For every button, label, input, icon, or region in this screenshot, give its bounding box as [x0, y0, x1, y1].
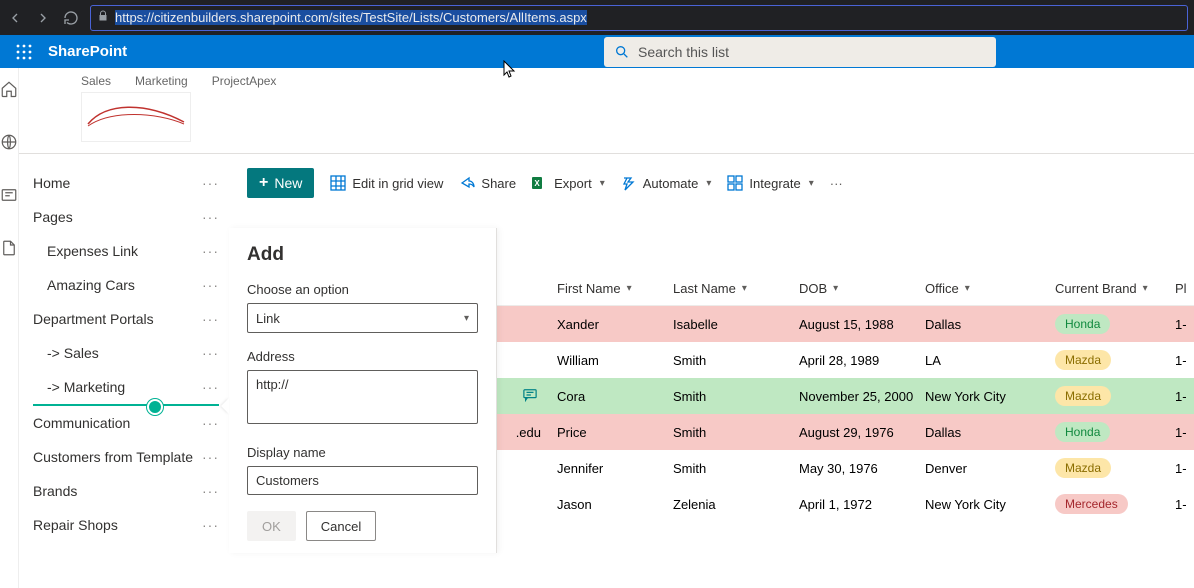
- sidebar-item[interactable]: Expenses Link ···: [19, 234, 229, 268]
- sidebar-item-label: Communication: [33, 415, 130, 431]
- sidebar-item[interactable]: Repair Shops ···: [19, 508, 229, 542]
- address-input[interactable]: [247, 370, 478, 424]
- share-button[interactable]: Share: [459, 175, 516, 191]
- sidebar-item-label: Brands: [33, 483, 77, 499]
- sidebar-item[interactable]: -> Marketing ···: [19, 370, 229, 404]
- reload-button[interactable]: [62, 9, 80, 27]
- address-bar[interactable]: https://citizenbuilders.sharepoint.com/s…: [90, 5, 1188, 31]
- more-icon[interactable]: ···: [202, 311, 219, 327]
- brand-pill: Mercedes: [1055, 494, 1128, 514]
- more-icon[interactable]: ···: [202, 449, 219, 465]
- sidebar-item-label: -> Marketing: [47, 379, 125, 395]
- sidebar-item-label: Amazing Cars: [47, 277, 135, 293]
- more-icon[interactable]: ···: [202, 209, 219, 225]
- brand-pill: Mazda: [1055, 386, 1111, 406]
- new-button[interactable]: +New: [247, 168, 314, 198]
- forward-button[interactable]: [34, 9, 52, 27]
- more-icon[interactable]: ···: [202, 517, 219, 533]
- chevron-down-icon: ▾: [706, 178, 711, 189]
- hub-link[interactable]: Marketing: [135, 74, 188, 88]
- more-icon[interactable]: ···: [202, 379, 219, 395]
- brand-pill: Mazda: [1055, 350, 1111, 370]
- globe-icon[interactable]: [0, 133, 18, 156]
- comment-icon[interactable]: [523, 388, 537, 405]
- app-launcher[interactable]: [0, 35, 48, 68]
- sidebar-item[interactable]: Amazing Cars ···: [19, 268, 229, 302]
- chevron-down-icon: ▾: [464, 313, 469, 324]
- chevron-down-icon: ▾: [809, 178, 814, 189]
- svg-text:X: X: [534, 179, 540, 188]
- more-icon[interactable]: ···: [202, 175, 219, 191]
- more-commands[interactable]: ···: [830, 176, 843, 191]
- sidebar-item[interactable]: Customers from Template ···: [19, 440, 229, 474]
- sidebar-item[interactable]: Pages ···: [19, 200, 229, 234]
- suite-brand[interactable]: SharePoint: [48, 43, 127, 60]
- col-dob[interactable]: DOB▾: [799, 281, 925, 296]
- sidebar-item-label: -> Sales: [47, 345, 99, 361]
- site-logo[interactable]: [81, 92, 191, 142]
- address-label: Address: [247, 349, 478, 364]
- option-select[interactable]: Link▾: [247, 303, 478, 333]
- url-text: https://citizenbuilders.sharepoint.com/s…: [115, 10, 587, 25]
- search-icon: [614, 44, 630, 60]
- sidebar-item-label: Repair Shops: [33, 517, 118, 533]
- display-name-input[interactable]: [247, 466, 478, 495]
- sidebar-item[interactable]: Department Portals ···: [19, 302, 229, 336]
- chevron-down-icon: ▾: [600, 178, 605, 189]
- col-first-name[interactable]: First Name▾: [547, 281, 673, 296]
- display-name-label: Display name: [247, 445, 478, 460]
- sidebar-item[interactable]: Home ···: [19, 166, 229, 200]
- sidebar-item-label: Department Portals: [33, 311, 154, 327]
- sidebar-item[interactable]: Communication ···: [19, 406, 229, 440]
- col-last-name[interactable]: Last Name▾: [673, 281, 799, 296]
- col-current-brand[interactable]: Current Brand▾: [1055, 281, 1175, 296]
- search-placeholder: Search this list: [638, 44, 729, 60]
- hub-link[interactable]: ProjectApex: [212, 74, 277, 88]
- sidebar-item-label: Pages: [33, 209, 73, 225]
- col-overflow[interactable]: Pl: [1175, 281, 1194, 296]
- panel-title: Add: [247, 244, 478, 266]
- more-icon[interactable]: ···: [202, 277, 219, 293]
- more-icon[interactable]: ···: [202, 243, 219, 259]
- lock-icon: [97, 9, 109, 27]
- integrate-button[interactable]: Integrate▾: [727, 175, 813, 191]
- news-icon[interactable]: [0, 186, 18, 209]
- sidebar-item[interactable]: Brands ···: [19, 474, 229, 508]
- edit-grid-button[interactable]: Edit in grid view: [330, 175, 443, 191]
- more-icon[interactable]: ···: [202, 415, 219, 431]
- hub-link[interactable]: Sales: [81, 74, 111, 88]
- brand-pill: Honda: [1055, 314, 1110, 334]
- files-icon[interactable]: [0, 239, 18, 262]
- back-button[interactable]: [6, 9, 24, 27]
- export-button[interactable]: XExport▾: [532, 175, 605, 191]
- sidebar-item[interactable]: -> Sales ···: [19, 336, 229, 370]
- home-icon[interactable]: [0, 80, 18, 103]
- sidebar-item-label: Home: [33, 175, 70, 191]
- more-icon[interactable]: ···: [202, 483, 219, 499]
- cancel-button[interactable]: Cancel: [306, 511, 376, 541]
- brand-pill: Honda: [1055, 422, 1110, 442]
- col-office[interactable]: Office▾: [925, 281, 1055, 296]
- more-icon[interactable]: ···: [202, 345, 219, 361]
- ok-button: OK: [247, 511, 296, 541]
- sidebar-item-label: Expenses Link: [47, 243, 138, 259]
- add-link-panel: Add Choose an option Link▾ Address Displ…: [229, 228, 497, 553]
- sidebar-item-label: Customers from Template: [33, 449, 193, 465]
- automate-button[interactable]: Automate▾: [621, 175, 712, 191]
- option-label: Choose an option: [247, 282, 478, 297]
- brand-pill: Mazda: [1055, 458, 1111, 478]
- search-box[interactable]: Search this list: [604, 37, 996, 67]
